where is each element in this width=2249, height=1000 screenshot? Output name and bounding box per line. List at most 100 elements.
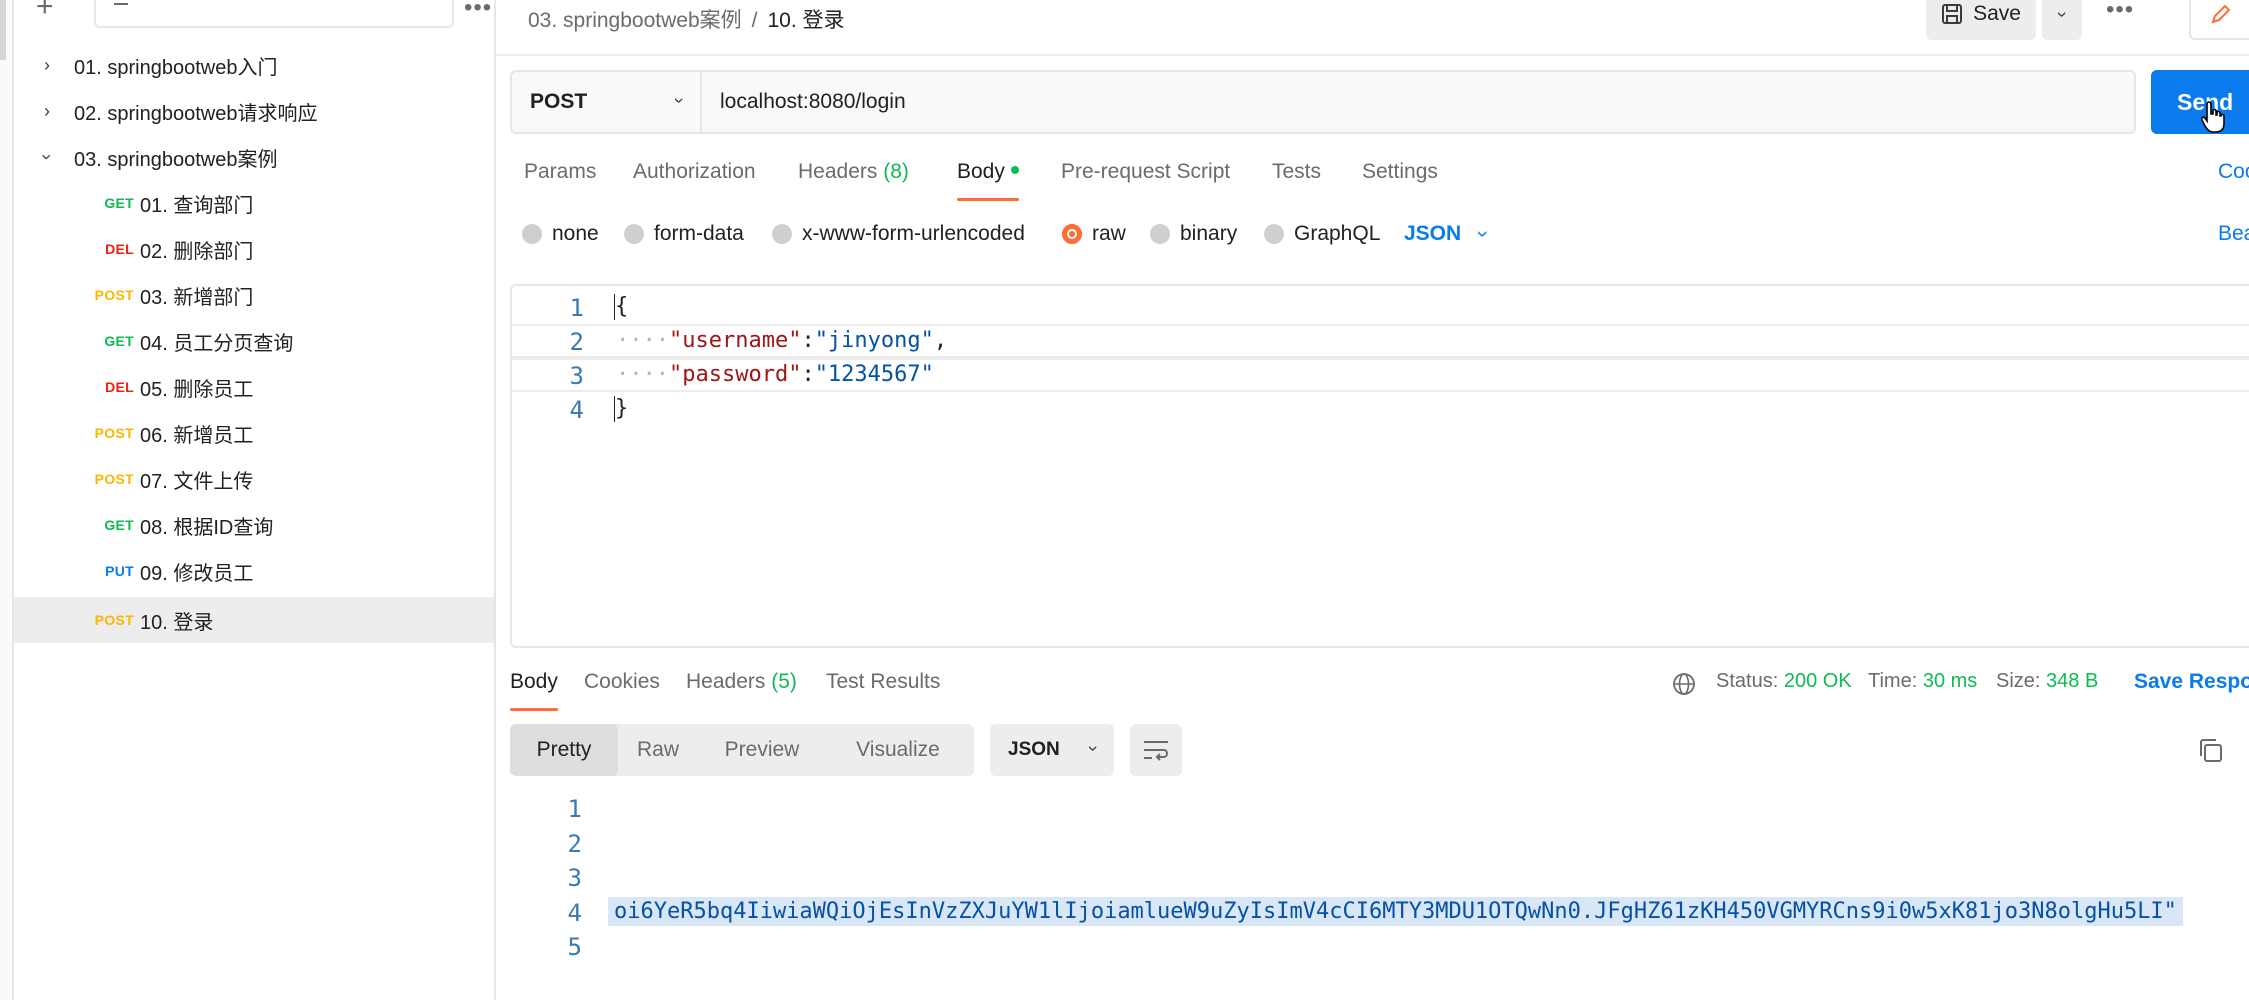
filter-icon-line xyxy=(114,3,128,5)
save-button[interactable]: Save xyxy=(1926,0,2036,40)
request-label: 03. 新增部门 xyxy=(140,286,254,309)
save-icon xyxy=(1942,4,1963,24)
tab-body[interactable]: Body xyxy=(957,160,1019,184)
breadcrumb-current: 10. 登录 xyxy=(767,9,845,32)
raw-format-value: JSON xyxy=(1404,222,1462,245)
status-readout[interactable]: Status: 200 OK xyxy=(1716,670,1852,693)
tab-headers[interactable]: Headers (8) xyxy=(798,160,909,184)
radio-circle xyxy=(772,224,792,244)
postman-window: + ••• › 01. springbootweb入门 › 02. spring… xyxy=(0,0,2249,1000)
method-select[interactable]: POST › xyxy=(512,72,702,132)
radio-label: binary xyxy=(1180,222,1238,245)
tab-settings[interactable]: Settings xyxy=(1362,160,1438,184)
tab-test-results[interactable]: Test Results xyxy=(826,670,940,694)
tab-headers-label: Headers xyxy=(686,670,766,693)
radio-urlencoded[interactable]: x-www-form-urlencoded xyxy=(772,222,1025,246)
request-item-01[interactable]: GET 01. 查询部门 xyxy=(14,180,494,226)
request-item-09[interactable]: PUT 09. 修改员工 xyxy=(14,548,494,594)
time-value: 30 ms xyxy=(1922,670,1978,692)
tab-response-cookies[interactable]: Cookies xyxy=(584,670,660,694)
breadcrumb-parent[interactable]: 03. springbootweb案例 xyxy=(528,9,742,32)
view-visualize[interactable]: Visualize xyxy=(826,724,970,776)
chevron-down-icon: › xyxy=(37,154,58,160)
request-item-05[interactable]: DEL 05. 删除员工 xyxy=(14,364,494,410)
view-raw[interactable]: Raw xyxy=(618,724,698,776)
request-item-10[interactable]: POST 10. 登录 xyxy=(14,597,494,643)
beautify-link[interactable]: Bea xyxy=(2218,222,2249,246)
edit-button[interactable] xyxy=(2189,0,2249,40)
more-icon[interactable]: ••• xyxy=(464,0,492,20)
method-badge: DEL xyxy=(105,379,134,395)
response-format-value: JSON xyxy=(1008,739,1060,760)
tab-params[interactable]: Params xyxy=(524,160,596,184)
request-label: 06. 新增员工 xyxy=(140,424,254,447)
view-preview[interactable]: Preview xyxy=(698,724,826,776)
copy-icon[interactable] xyxy=(2196,736,2226,766)
breadcrumb: 03. springbootweb案例 / 10. 登录 xyxy=(528,4,845,34)
tab-tests[interactable]: Tests xyxy=(1272,160,1321,184)
request-item-02[interactable]: DEL 02. 删除部门 xyxy=(14,226,494,272)
globe-icon[interactable] xyxy=(1672,672,1696,696)
plus-icon[interactable]: + xyxy=(36,0,54,22)
request-body-editor[interactable]: 1 { 2 ····"username":"jinyong", 3 ····"p… xyxy=(510,284,2249,648)
wrap-lines-button[interactable] xyxy=(1130,724,1182,776)
indent: ···· xyxy=(616,362,669,387)
headers-count: (5) xyxy=(771,670,797,693)
folder-item-03[interactable]: › 03. springbootweb案例 xyxy=(14,134,494,180)
more-icon[interactable]: ••• xyxy=(2106,0,2134,22)
save-label: Save xyxy=(1973,2,2021,25)
url-bar: POST › localhost:8080/login xyxy=(510,70,2136,134)
tab-authorization[interactable]: Authorization xyxy=(633,160,756,184)
response-format-select[interactable]: JSON › xyxy=(990,724,1114,776)
jwt-token-text[interactable]: oi6YeR5bq4IiwiaWQiOjEsInVzZXJuYW1lIjoiam… xyxy=(608,897,2183,926)
method-value: POST xyxy=(530,90,588,113)
view-pretty[interactable]: Pretty xyxy=(510,724,618,776)
tab-body-label: Body xyxy=(957,160,1005,183)
tab-response-headers[interactable]: Headers (5) xyxy=(686,670,797,694)
chevron-down-icon: › xyxy=(2052,11,2073,17)
request-label: 04. 员工分页查询 xyxy=(140,332,294,355)
modified-dot xyxy=(1010,166,1019,175)
chevron-right-icon: › xyxy=(44,54,50,75)
save-dropdown-button[interactable]: › xyxy=(2042,0,2082,40)
size-readout[interactable]: Size: 348 B xyxy=(1996,670,2098,693)
tab-response-body[interactable]: Body xyxy=(510,670,558,694)
json-value: "1234567" xyxy=(814,362,934,387)
radio-none[interactable]: none xyxy=(522,222,599,246)
raw-format-select[interactable]: JSON › xyxy=(1404,222,1495,246)
code-line: 4 } xyxy=(512,394,2249,428)
status-value: 200 OK xyxy=(1783,670,1852,692)
method-badge: GET xyxy=(104,195,134,211)
chevron-right-icon: › xyxy=(44,100,50,121)
send-button[interactable]: Send xyxy=(2151,70,2249,134)
active-tab-indicator xyxy=(957,198,1019,201)
url-input[interactable]: localhost:8080/login xyxy=(720,90,906,114)
size-label: Size: xyxy=(1996,670,2041,692)
request-item-07[interactable]: POST 07. 文件上传 xyxy=(14,456,494,502)
tab-prerequest[interactable]: Pre-request Script xyxy=(1061,160,1230,184)
folder-item-01[interactable]: › 01. springbootweb入门 xyxy=(14,42,494,88)
time-readout[interactable]: Time: 30 ms xyxy=(1868,670,1977,693)
line-number: 1 xyxy=(567,795,582,823)
radio-graphql[interactable]: GraphQL xyxy=(1264,222,1380,246)
json-colon: : xyxy=(801,328,815,353)
request-item-04[interactable]: GET 04. 员工分页查询 xyxy=(14,318,494,364)
radio-binary[interactable]: binary xyxy=(1150,222,1237,246)
request-label: 02. 删除部门 xyxy=(140,240,254,263)
size-value: 348 B xyxy=(2046,670,2099,692)
hand-cursor-icon xyxy=(2201,101,2225,133)
line-number: 5 xyxy=(567,933,582,961)
save-response-button[interactable]: Save Respo xyxy=(2134,670,2249,694)
folder-item-02[interactable]: › 02. springbootweb请求响应 xyxy=(14,88,494,134)
response-line: 4 oi6YeR5bq4IiwiaWQiOjEsInVzZXJuYW1lIjoi… xyxy=(510,897,2249,931)
filter-input[interactable] xyxy=(94,0,454,28)
request-item-06[interactable]: POST 06. 新增员工 xyxy=(14,410,494,456)
radio-form-data[interactable]: form-data xyxy=(624,222,744,246)
line-number: 3 xyxy=(567,864,582,892)
request-item-03[interactable]: POST 03. 新增部门 xyxy=(14,272,494,318)
json-key: "username" xyxy=(668,328,802,353)
code-line: 2 ····"username":"jinyong", xyxy=(512,324,2249,358)
request-item-08[interactable]: GET 08. 根据ID查询 xyxy=(14,502,494,548)
cookies-link[interactable]: Coo xyxy=(2218,160,2249,184)
radio-raw[interactable]: raw xyxy=(1062,222,1126,246)
